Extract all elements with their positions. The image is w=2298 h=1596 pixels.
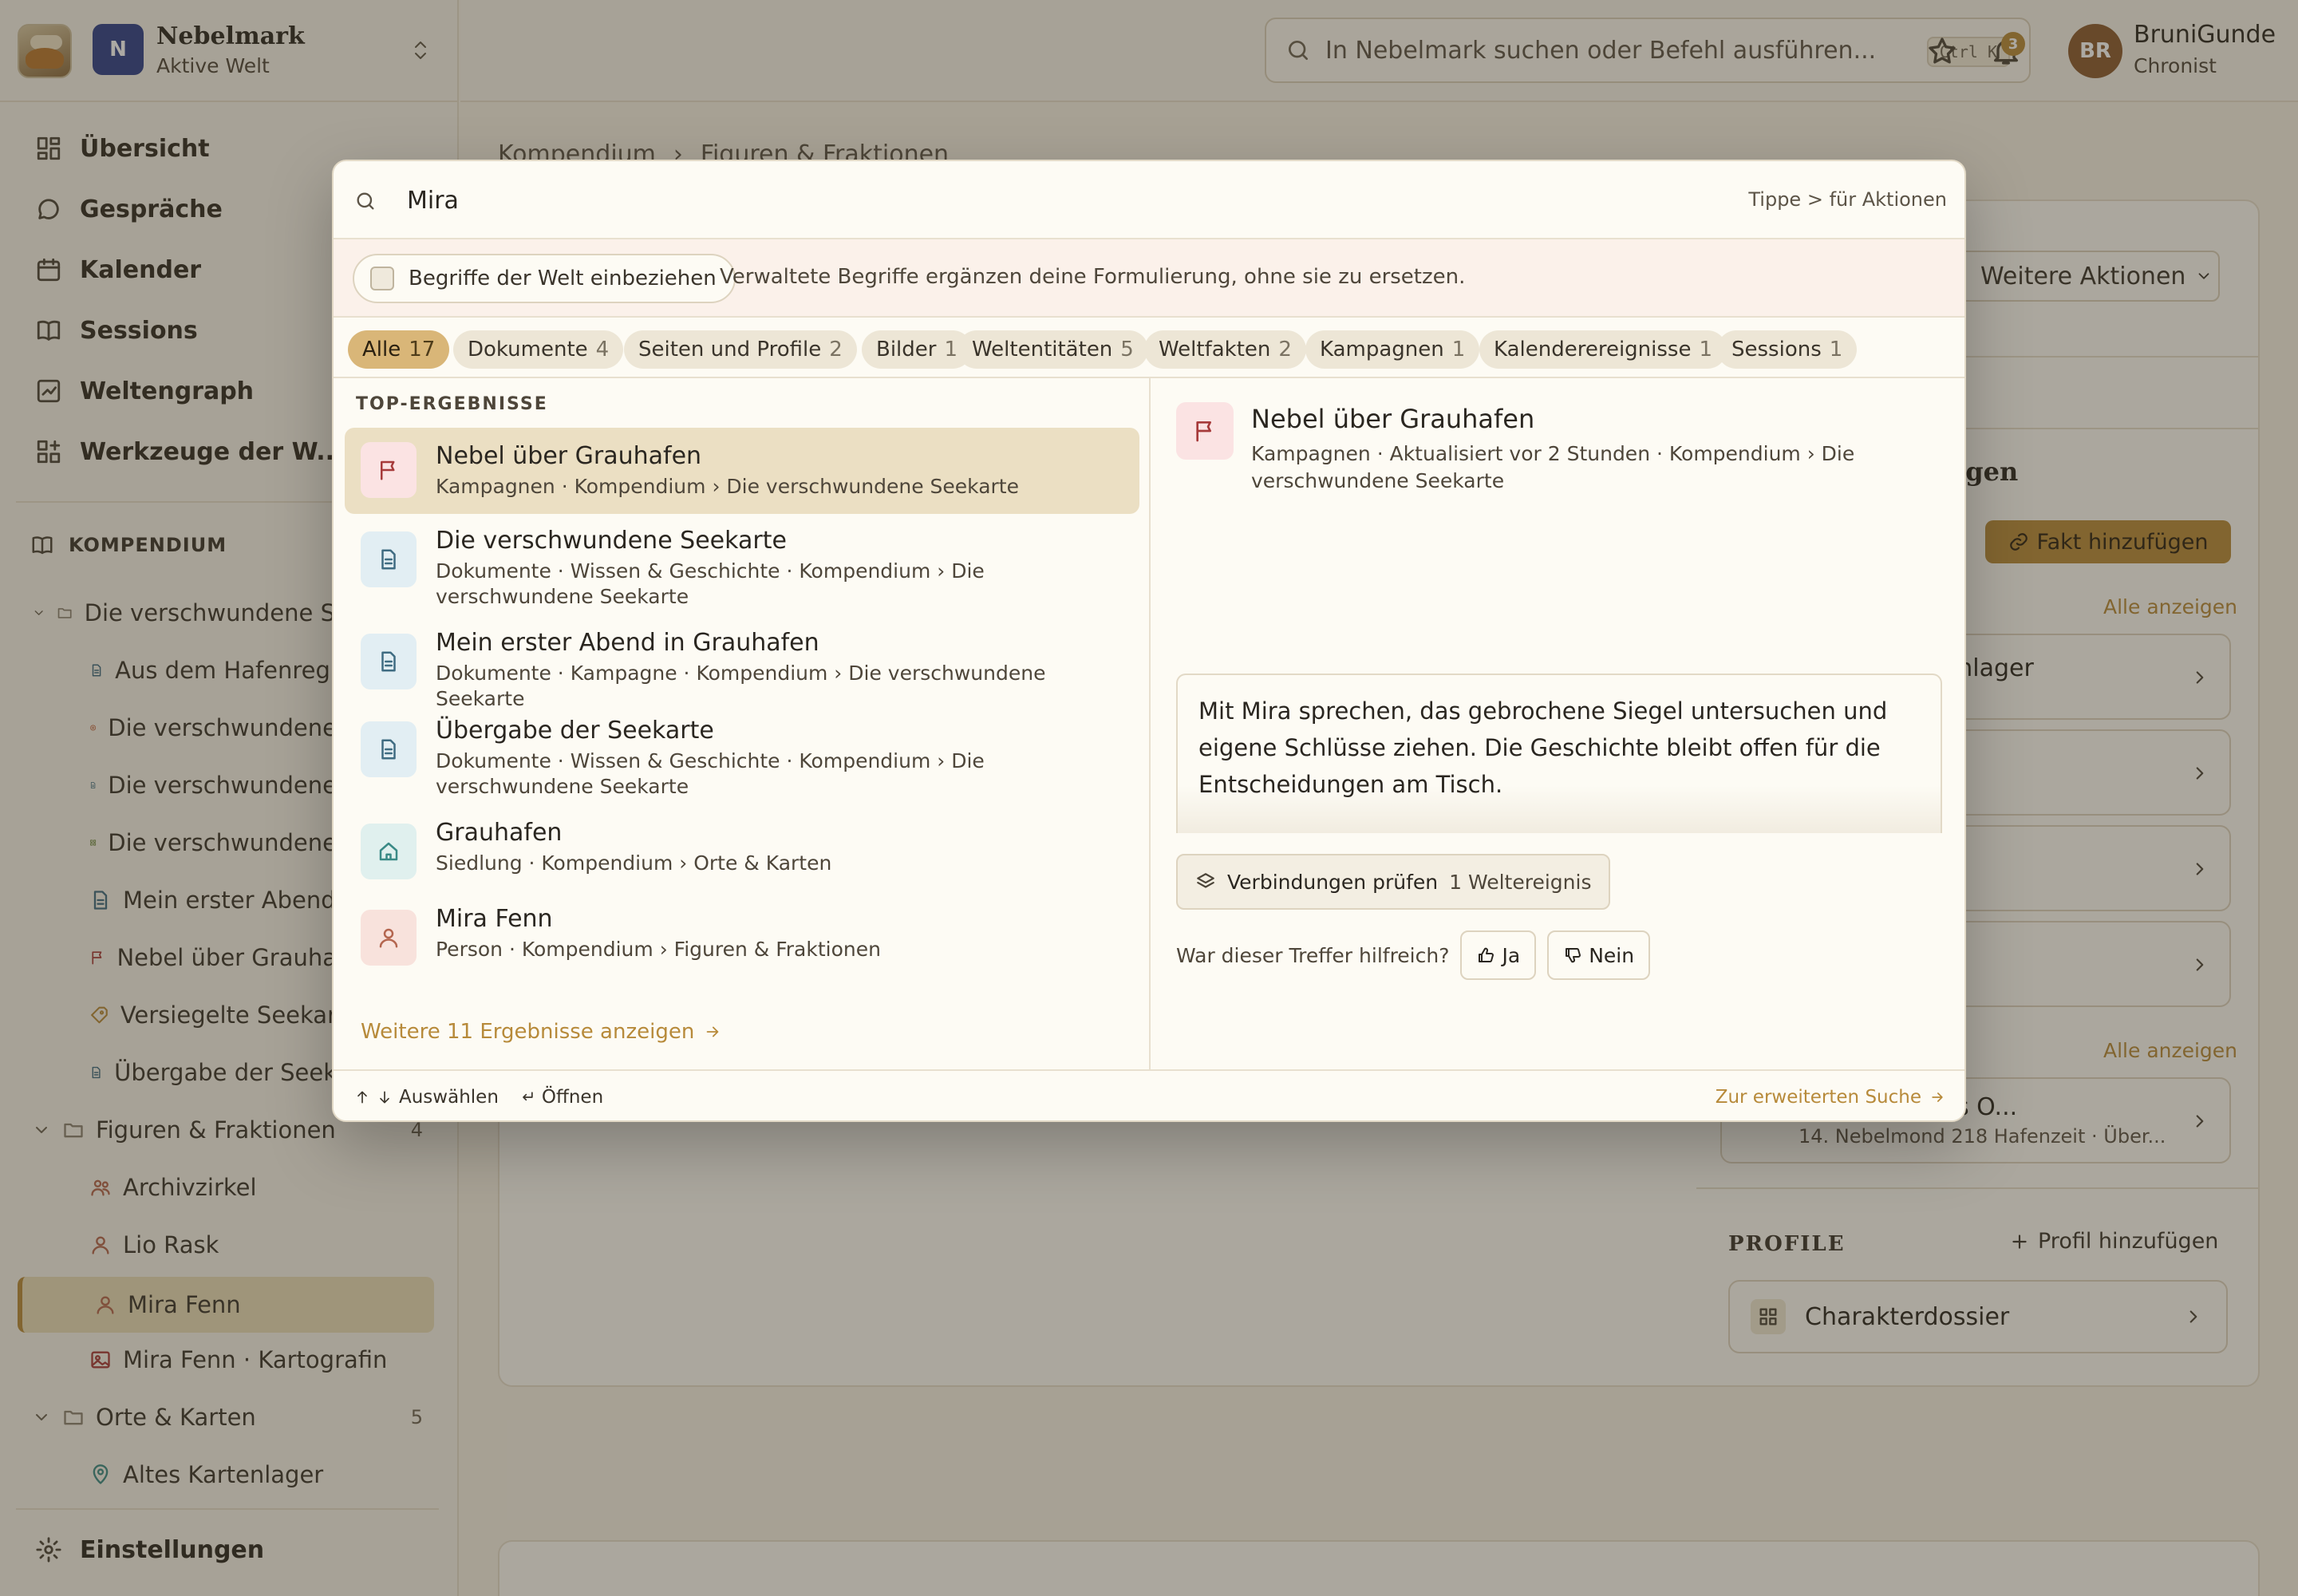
document-icon <box>361 634 417 689</box>
feedback-yes-label: Ja <box>1502 943 1521 967</box>
feedback-no-label: Nein <box>1589 943 1635 967</box>
advanced-search-link[interactable]: Zur erweiterten Suche <box>1716 1087 1945 1108</box>
result-subtitle: Dokumente · Wissen & Geschichte · Kompen… <box>436 559 985 608</box>
result-title: Mein erster Abend in Grauhafen <box>436 629 819 657</box>
chip-label: Seiten und Profile <box>638 338 822 361</box>
result-preview: Nebel über Grauhafen Kampagnen · Aktuali… <box>1152 378 1964 1069</box>
chip-count: 2 <box>1278 338 1292 361</box>
arrow-right-icon <box>1932 1092 1943 1102</box>
result-item[interactable]: Übergabe der Seekarte Dokumente · Wissen… <box>345 710 1139 804</box>
connections-label: Verbindungen prüfen <box>1227 870 1439 894</box>
thumbs-up-icon <box>1479 947 1494 963</box>
chip-images[interactable]: Bilder 1 <box>862 330 973 369</box>
filter-chips: Alle 17 Dokumente 4 Seiten und Profile 2 Bi… <box>334 318 1964 378</box>
open-hint: Öffnen <box>541 1087 604 1108</box>
check-connections-button[interactable]: Verbindungen prüfen 1 Weltereignis <box>1176 854 1611 910</box>
chip-count: 4 <box>595 338 610 361</box>
chip-label: Kampagnen <box>1320 338 1444 361</box>
preview-meta: Kampagnen · Aktualisiert vor 2 Stunden ·… <box>1251 442 1855 492</box>
select-hint: Auswählen <box>399 1087 499 1108</box>
chip-count: 1 <box>944 338 958 361</box>
feedback-yes-button[interactable]: Ja <box>1460 930 1537 980</box>
preview-title[interactable]: Nebel über Grauhafen <box>1251 404 1534 434</box>
result-item[interactable]: Mein erster Abend in Grauhafen Dokumente… <box>345 622 1139 710</box>
enter-icon <box>523 1092 533 1101</box>
chip-documents[interactable]: Dokumente 4 <box>453 330 624 369</box>
chip-campaigns[interactable]: Kampagnen 1 <box>1305 330 1480 369</box>
result-subtitle: Siedlung · Kompendium › Orte & Karten <box>436 851 832 875</box>
terms-note: Verwaltete Begriffe ergänzen deine Formu… <box>720 265 1466 289</box>
more-results-label: Weitere 11 Ergebnisse anzeigen <box>361 1020 695 1044</box>
chip-sessions[interactable]: Sessions 1 <box>1717 330 1858 369</box>
flag-icon <box>1176 402 1234 460</box>
chip-label: Kalenderereignisse <box>1494 338 1692 361</box>
chip-world-facts[interactable]: Weltfakten 2 <box>1144 330 1306 369</box>
document-icon <box>361 531 417 587</box>
connections-count: 1 Weltereignis <box>1449 870 1592 894</box>
chip-count: 17 <box>409 338 436 361</box>
more-results-link[interactable]: Weitere 11 Ergebnisse anzeigen <box>361 1020 721 1044</box>
result-subtitle: Person · Kompendium › Figuren & Fraktion… <box>436 938 881 961</box>
document-icon <box>361 721 417 777</box>
arrow-up-icon <box>357 1091 367 1104</box>
terms-row: Begriffe der Welt einbeziehen Verwaltete… <box>334 239 1964 318</box>
chip-count: 1 <box>1829 338 1843 361</box>
flag-icon <box>361 442 417 498</box>
thumbs-down-icon <box>1566 947 1581 963</box>
chip-label: Alle <box>362 338 401 361</box>
result-item[interactable]: Grauhafen Siedlung · Kompendium › Orte &… <box>345 812 1139 892</box>
checkbox-label: Begriffe der Welt einbeziehen <box>409 267 717 290</box>
result-item[interactable]: Die verschwundene Seekarte Dokumente · W… <box>345 520 1139 614</box>
preview-excerpt: Mit Mira sprechen, das gebrochene Siegel… <box>1176 674 1942 833</box>
chip-count: 1 <box>1451 338 1466 361</box>
search-palette: Tippe > für Aktionen Begriffe der Welt e… <box>332 160 1966 1122</box>
result-item-selected[interactable]: Nebel über Grauhafen Kampagnen · Kompend… <box>345 428 1139 514</box>
result-title: Nebel über Grauhafen <box>436 442 702 470</box>
chip-label: Bilder <box>876 338 937 361</box>
layers-icon <box>1197 873 1214 888</box>
chip-count: 1 <box>1699 338 1713 361</box>
result-subtitle: Dokumente · Kampagne · Kompendium › Die … <box>436 662 1046 710</box>
result-title: Die verschwundene Seekarte <box>436 527 787 555</box>
chip-label: Weltentitäten <box>972 338 1113 361</box>
feedback-question: War dieser Treffer hilfreich? <box>1176 943 1450 967</box>
palette-search-input[interactable] <box>407 180 1604 220</box>
chip-all[interactable]: Alle 17 <box>348 330 450 369</box>
result-subtitle: Kampagnen · Kompendium › Die verschwunde… <box>436 475 1019 498</box>
feedback-no-button[interactable]: Nein <box>1547 930 1651 980</box>
actions-hint: Tippe > für Aktionen <box>1748 188 1947 211</box>
chip-count: 2 <box>829 338 843 361</box>
arrow-right-icon <box>706 1026 719 1037</box>
result-subtitle: Dokumente · Wissen & Geschichte · Kompen… <box>436 749 985 798</box>
keyboard-hints: Auswählen Öffnen <box>354 1087 603 1108</box>
chip-calendar-events[interactable]: Kalenderereignisse 1 <box>1479 330 1727 369</box>
home-icon <box>361 824 417 879</box>
chip-label: Dokumente <box>468 338 588 361</box>
person-icon <box>361 910 417 966</box>
checkbox-box <box>370 267 394 290</box>
search-icon <box>357 192 374 210</box>
palette-footer: Auswählen Öffnen Zur erweiterten Suche <box>334 1069 1964 1120</box>
world-terms-checkbox[interactable]: Begriffe der Welt einbeziehen <box>353 254 736 303</box>
chip-label: Sessions <box>1731 338 1822 361</box>
chip-label: Weltfakten <box>1159 338 1271 361</box>
chip-count: 5 <box>1120 338 1134 361</box>
results-list: TOP-ERGEBNISSE Nebel über Grauhafen Kamp… <box>334 378 1151 1069</box>
palette-search-bar: Tippe > für Aktionen <box>334 161 1964 239</box>
result-item[interactable]: Mira Fenn Person · Kompendium › Figuren … <box>345 899 1139 978</box>
advanced-search-label: Zur erweiterten Suche <box>1715 1087 1921 1108</box>
result-title: Übergabe der Seekarte <box>436 717 714 745</box>
feedback-row: War dieser Treffer hilfreich? Ja Nein <box>1176 930 1651 980</box>
chip-world-entities[interactable]: Weltentitäten 5 <box>958 330 1148 369</box>
result-title: Grauhafen <box>436 819 563 847</box>
top-results-heading: TOP-ERGEBNISSE <box>356 394 548 414</box>
arrow-down-icon <box>380 1091 389 1104</box>
chip-pages-profiles[interactable]: Seiten und Profile 2 <box>624 330 857 369</box>
result-title: Mira Fenn <box>436 905 553 933</box>
